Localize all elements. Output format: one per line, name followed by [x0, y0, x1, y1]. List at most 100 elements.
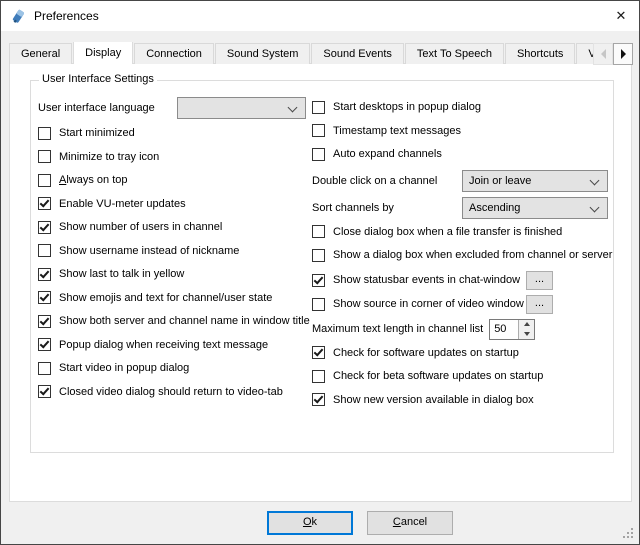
check-for-beta-software-updates-on-startup-checkbox[interactable]: [312, 370, 325, 383]
tab-text-to-speech[interactable]: Text To Speech: [405, 43, 504, 64]
settings-row: Show emojis and text for channel/user st…: [38, 290, 308, 306]
spin-up-button[interactable]: [519, 320, 534, 330]
tab-connection[interactable]: Connection: [134, 43, 214, 64]
settings-row: Show a dialog box when excluded from cha…: [312, 247, 620, 263]
tab-page-display: User Interface Settings User interface l…: [9, 63, 632, 502]
spinner-value-field[interactable]: 50: [490, 320, 518, 339]
auto-expand-channels-label[interactable]: Auto expand channels: [333, 148, 442, 160]
start-minimized-checkbox[interactable]: [38, 127, 51, 140]
close-dialog-box-when-a-file-transfer-is-finished-label[interactable]: Close dialog box when a file transfer is…: [333, 226, 562, 238]
show-a-dialog-box-when-excluded-from-channel-or-serv-checkbox[interactable]: [312, 249, 325, 262]
settings-right-column: Start desktops in popup dialog Timestamp …: [312, 99, 620, 415]
settings-row: Auto expand channels: [312, 146, 620, 162]
closed-video-dialog-should-return-to-video-tab-checkbox[interactable]: [38, 385, 51, 398]
timestamp-text-messages-checkbox[interactable]: [312, 124, 325, 137]
preferences-dialog: Preferences ✕ GeneralDisplayConnectionSo…: [0, 0, 640, 545]
chevron-down-icon: [288, 103, 298, 113]
close-icon[interactable]: ✕: [603, 1, 639, 31]
settings-row: Minimize to tray icon: [38, 149, 308, 165]
show-statusbar-events-in-chat-window-checkbox[interactable]: [312, 274, 325, 287]
show-source-in-corner-of-video-window-more-button[interactable]: ...: [526, 295, 553, 314]
show-last-to-talk-in-yellow-label[interactable]: Show last to talk in yellow: [59, 268, 184, 280]
user-interface-language-combobox[interactable]: [177, 97, 306, 119]
show-both-server-and-channel-name-in-window-title-label[interactable]: Show both server and channel name in win…: [59, 315, 310, 327]
check-for-software-updates-on-startup-label[interactable]: Check for software updates on startup: [333, 347, 519, 359]
maximum-text-length-in-channel-list-spinner: 50: [489, 319, 535, 340]
tab-sound-events[interactable]: Sound Events: [311, 43, 404, 64]
start-minimized-label[interactable]: Start minimized: [59, 127, 135, 139]
settings-row: Start video in popup dialog: [38, 360, 308, 376]
popup-dialog-when-receiving-text-message-label[interactable]: Popup dialog when receiving text message: [59, 339, 268, 351]
arrow-left-icon: [601, 49, 606, 59]
spinner-buttons: [518, 320, 534, 339]
tab-display[interactable]: Display: [73, 42, 133, 64]
group-title: User Interface Settings: [39, 73, 157, 85]
show-new-version-available-in-dialog-box-label[interactable]: Show new version available in dialog box: [333, 394, 534, 406]
sort-channels-by-combobox[interactable]: Ascending: [462, 197, 608, 219]
start-desktops-in-popup-dialog-checkbox[interactable]: [312, 101, 325, 114]
maximum-text-length-in-channel-list-label: Maximum text length in channel list: [312, 323, 483, 335]
settings-row: Check for beta software updates on start…: [312, 368, 620, 384]
user-interface-language-label: User interface language: [38, 102, 155, 114]
check-for-beta-software-updates-on-startup-label[interactable]: Check for beta software updates on start…: [333, 370, 543, 382]
settings-row: Sort channels by Ascending: [312, 197, 620, 219]
tab-sound-system[interactable]: Sound System: [215, 43, 311, 64]
start-video-in-popup-dialog-checkbox[interactable]: [38, 362, 51, 375]
show-statusbar-events-in-chat-window-more-button[interactable]: ...: [526, 271, 553, 290]
always-on-top-checkbox[interactable]: [38, 174, 51, 187]
tab-video[interactable]: Video: [576, 43, 593, 64]
show-emojis-and-text-for-channel-user-state-checkbox[interactable]: [38, 291, 51, 304]
close-dialog-box-when-a-file-transfer-is-finished-checkbox[interactable]: [312, 225, 325, 238]
minimize-to-tray-icon-checkbox[interactable]: [38, 150, 51, 163]
show-username-instead-of-nickname-label[interactable]: Show username instead of nickname: [59, 245, 239, 257]
settings-row: Show last to talk in yellow: [38, 266, 308, 282]
sort-channels-by-label: Sort channels by: [312, 202, 394, 214]
settings-row: Timestamp text messages: [312, 123, 620, 139]
settings-row: Double click on a channel Join or leave: [312, 170, 620, 192]
dialog-footer: Ok Cancel: [1, 502, 639, 544]
spin-down-button[interactable]: [519, 329, 534, 339]
double-click-on-a-channel-combobox[interactable]: Join or leave: [462, 170, 608, 192]
show-source-in-corner-of-video-window-label[interactable]: Show source in corner of video window: [333, 298, 524, 310]
always-on-top-label[interactable]: Always on top: [59, 174, 128, 186]
show-new-version-available-in-dialog-box-checkbox[interactable]: [312, 393, 325, 406]
settings-row: Start minimized: [38, 125, 308, 141]
tab-scroll-left-button[interactable]: [593, 43, 613, 65]
start-desktops-in-popup-dialog-label[interactable]: Start desktops in popup dialog: [333, 101, 481, 113]
show-number-of-users-in-channel-checkbox[interactable]: [38, 221, 51, 234]
tab-bar: GeneralDisplayConnectionSound SystemSoun…: [9, 42, 593, 64]
show-a-dialog-box-when-excluded-from-channel-or-serv-label[interactable]: Show a dialog box when excluded from cha…: [333, 249, 612, 261]
tab-scroll-buttons: [593, 43, 633, 65]
check-for-software-updates-on-startup-checkbox[interactable]: [312, 346, 325, 359]
resize-grip[interactable]: [621, 526, 635, 540]
ok-button[interactable]: Ok: [267, 511, 353, 535]
show-source-in-corner-of-video-window-checkbox[interactable]: [312, 298, 325, 311]
tab-scroll-right-button[interactable]: [613, 43, 633, 65]
show-emojis-and-text-for-channel-user-state-label[interactable]: Show emojis and text for channel/user st…: [59, 292, 272, 304]
show-both-server-and-channel-name-in-window-title-checkbox[interactable]: [38, 315, 51, 328]
enable-vu-meter-updates-label[interactable]: Enable VU-meter updates: [59, 198, 186, 210]
settings-row: Show statusbar events in chat-window...: [312, 271, 620, 290]
settings-row: Check for software updates on startup: [312, 345, 620, 361]
tab-shortcuts[interactable]: Shortcuts: [505, 43, 575, 64]
timestamp-text-messages-label[interactable]: Timestamp text messages: [333, 125, 461, 137]
show-username-instead-of-nickname-checkbox[interactable]: [38, 244, 51, 257]
show-last-to-talk-in-yellow-checkbox[interactable]: [38, 268, 51, 281]
auto-expand-channels-checkbox[interactable]: [312, 148, 325, 161]
enable-vu-meter-updates-checkbox[interactable]: [38, 197, 51, 210]
settings-left-column: User interface language Start minimized Mi…: [38, 97, 308, 407]
minimize-to-tray-icon-label[interactable]: Minimize to tray icon: [59, 151, 159, 163]
double-click-on-a-channel-label: Double click on a channel: [312, 175, 437, 187]
closed-video-dialog-should-return-to-video-tab-label[interactable]: Closed video dialog should return to vid…: [59, 386, 283, 398]
settings-row: Show new version available in dialog box: [312, 392, 620, 408]
settings-row: Show both server and channel name in win…: [38, 313, 308, 329]
show-statusbar-events-in-chat-window-label[interactable]: Show statusbar events in chat-window: [333, 274, 520, 286]
show-number-of-users-in-channel-label[interactable]: Show number of users in channel: [59, 221, 222, 233]
settings-row: Enable VU-meter updates: [38, 196, 308, 212]
popup-dialog-when-receiving-text-message-checkbox[interactable]: [38, 338, 51, 351]
tab-general[interactable]: General: [9, 43, 72, 64]
settings-row: Always on top: [38, 172, 308, 188]
chevron-down-icon: [590, 202, 600, 212]
cancel-button[interactable]: Cancel: [367, 511, 453, 535]
start-video-in-popup-dialog-label[interactable]: Start video in popup dialog: [59, 362, 189, 374]
